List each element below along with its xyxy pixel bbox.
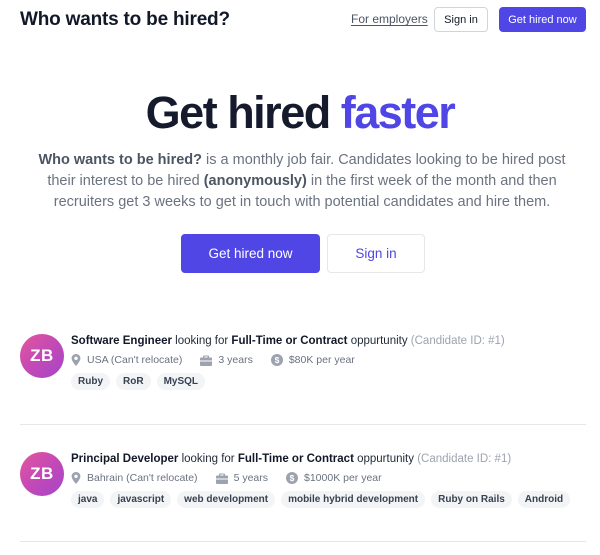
candidate-title: Software Engineer looking for Full-Time …	[71, 334, 586, 348]
candidate-experience: 3 years	[200, 354, 253, 366]
candidate-location: Bahrain (Can't relocate)	[71, 472, 198, 484]
candidate-location: USA (Can't relocate)	[71, 354, 182, 366]
skill-tag: mobile hybrid development	[281, 491, 426, 508]
candidate-meta: USA (Can't relocate) 3 years $ $80K per …	[71, 354, 586, 366]
candidate-looking-text: looking for	[171, 335, 232, 347]
candidate-contract: Full-Time or Contract	[237, 453, 354, 465]
sign-in-button[interactable]: Sign in	[327, 234, 425, 273]
candidate-details: Principal Developer looking for Full-Tim…	[71, 452, 586, 508]
svg-text:$: $	[274, 355, 279, 365]
candidate-role: Principal Developer	[71, 453, 179, 465]
hero-title-main: Get hired	[145, 87, 332, 138]
hero-title: Get hired faster	[0, 88, 600, 138]
briefcase-icon	[215, 473, 228, 484]
for-employers-link[interactable]: For employers	[351, 12, 428, 26]
skill-tag: web development	[177, 491, 276, 508]
skill-tag: RoR	[116, 373, 151, 390]
site-title[interactable]: Who wants to be hired?	[20, 9, 230, 31]
skill-tag: javascript	[110, 491, 172, 508]
candidate-experience-text: 5 years	[233, 472, 268, 484]
avatar: ZB	[20, 334, 64, 378]
hero-desc-bold-name: Who wants to be hired?	[38, 152, 202, 168]
divider	[20, 541, 586, 542]
candidate-id: (Candidate ID: #1)	[410, 335, 505, 347]
svg-text:$: $	[290, 473, 295, 483]
skill-tag: Ruby on Rails	[431, 491, 512, 508]
dollar-circle-icon: $	[286, 472, 298, 484]
map-pin-icon	[71, 472, 81, 484]
hero-title-accent: faster	[340, 87, 456, 138]
candidate-opportunity-text: oppurtunity	[347, 335, 411, 347]
skill-tag: MySQL	[156, 373, 206, 390]
candidate-id: (Candidate ID: #1)	[417, 453, 512, 465]
divider	[20, 424, 586, 425]
nav-sign-in-button[interactable]: Sign in	[434, 7, 488, 32]
skill-tag: Ruby	[71, 373, 110, 390]
dollar-circle-icon: $	[270, 354, 283, 366]
map-pin-icon	[71, 354, 81, 366]
candidate-salary: $ $1000K per year	[286, 472, 382, 484]
candidate-salary-text: $80K per year	[288, 354, 355, 366]
hero-description: Who wants to be hired? is a monthly job …	[36, 150, 568, 213]
get-hired-now-button[interactable]: Get hired now	[181, 234, 320, 273]
candidate-experience: 5 years	[215, 472, 268, 484]
skill-tag: Android	[517, 491, 571, 508]
briefcase-icon	[200, 355, 213, 366]
hero-desc-bold-anon: (anonymously)	[203, 173, 307, 189]
candidate-details: Software Engineer looking for Full-Time …	[71, 334, 586, 390]
candidate-salary-text: $1000K per year	[304, 472, 382, 484]
skill-tags: Ruby RoR MySQL	[71, 373, 586, 390]
candidate-salary: $ $80K per year	[270, 354, 355, 366]
candidate-looking-text: looking for	[178, 453, 238, 465]
candidate-title: Principal Developer looking for Full-Tim…	[71, 452, 586, 466]
avatar: ZB	[20, 452, 64, 496]
skill-tags: java javascript web development mobile h…	[71, 491, 586, 508]
skill-tag: java	[71, 491, 105, 508]
candidate-experience-text: 3 years	[218, 354, 253, 366]
nav-get-hired-button[interactable]: Get hired now	[499, 7, 586, 32]
candidate-opportunity-text: oppurtunity	[353, 453, 418, 465]
candidate-location-text: Bahrain (Can't relocate)	[87, 472, 198, 484]
candidate-contract: Full-Time or Contract	[231, 335, 348, 347]
candidate-location-text: USA (Can't relocate)	[87, 354, 183, 366]
candidate-meta: Bahrain (Can't relocate) 5 years $ $1000…	[71, 472, 586, 484]
candidate-role: Software Engineer	[71, 335, 172, 347]
